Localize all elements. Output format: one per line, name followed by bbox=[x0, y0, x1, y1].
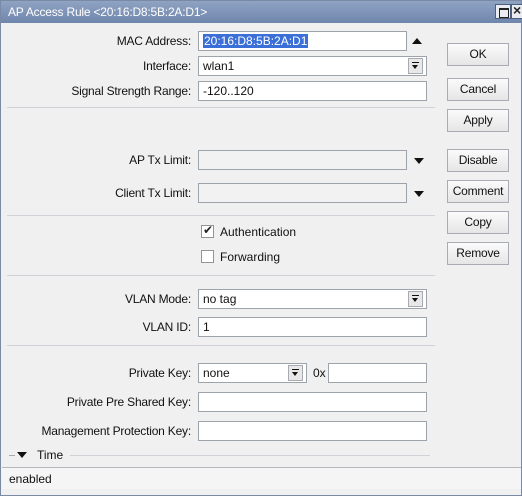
forwarding-label: Forwarding bbox=[220, 250, 281, 264]
forwarding-checkbox[interactable] bbox=[201, 250, 214, 263]
copy-button[interactable]: Copy bbox=[447, 211, 509, 234]
private-key-hex-field[interactable] bbox=[328, 363, 427, 383]
window-title: AP Access Rule <20:16:D8:5B:2A:D1> bbox=[8, 5, 208, 19]
mac-address-value: 20:16:D8:5B:2A:D1 bbox=[203, 34, 309, 48]
separator bbox=[7, 107, 435, 108]
authentication-checkbox[interactable]: ✔ bbox=[201, 223, 214, 238]
triangle-down-icon[interactable] bbox=[17, 452, 27, 458]
management-protection-key-field[interactable] bbox=[198, 421, 427, 441]
authentication-label: Authentication bbox=[220, 225, 297, 239]
collapse-arrow-icon[interactable] bbox=[412, 38, 422, 44]
checkmark-icon: ✔ bbox=[203, 223, 214, 237]
maximize-icon[interactable] bbox=[495, 4, 511, 19]
management-protection-key-label: Management Protection Key: bbox=[41, 424, 191, 438]
private-pre-shared-key-label: Private Pre Shared Key: bbox=[66, 395, 191, 409]
status-bar: enabled bbox=[2, 467, 521, 489]
hex-prefix-label: 0x bbox=[313, 366, 326, 380]
private-key-dropdown-icon[interactable] bbox=[288, 365, 303, 381]
interface-dropdown-icon[interactable] bbox=[408, 58, 423, 74]
time-section-header[interactable]: Time bbox=[1, 447, 431, 463]
vlan-mode-value: no tag bbox=[203, 292, 237, 306]
section-divider bbox=[70, 455, 430, 456]
separator bbox=[7, 215, 435, 216]
separator bbox=[7, 345, 435, 346]
vlan-mode-label: VLAN Mode: bbox=[124, 292, 191, 306]
private-key-value: none bbox=[203, 366, 230, 380]
mac-address-label: MAC Address: bbox=[116, 34, 191, 48]
mac-address-field[interactable]: 20:16:D8:5B:2A:D1 bbox=[198, 31, 407, 51]
comment-button[interactable]: Comment bbox=[447, 180, 509, 203]
interface-select[interactable]: wlan1 bbox=[198, 56, 427, 76]
vlan-id-value: 1 bbox=[203, 320, 210, 334]
time-section-label: Time bbox=[37, 448, 64, 462]
vlan-mode-dropdown-icon[interactable] bbox=[408, 291, 423, 307]
client-tx-limit-label: Client Tx Limit: bbox=[115, 186, 191, 200]
ap-access-rule-window: AP Access Rule <20:16:D8:5B:2A:D1> MAC A… bbox=[0, 0, 522, 496]
ap-tx-limit-field[interactable] bbox=[198, 150, 407, 170]
client-tx-limit-dropdown-icon[interactable] bbox=[414, 191, 424, 197]
interface-label: Interface: bbox=[142, 59, 191, 73]
title-bar[interactable]: AP Access Rule <20:16:D8:5B:2A:D1> bbox=[1, 1, 522, 23]
apply-button[interactable]: Apply bbox=[447, 109, 509, 132]
signal-strength-range-label: Signal Strength Range: bbox=[71, 84, 191, 98]
ap-tx-limit-dropdown-icon[interactable] bbox=[414, 158, 424, 164]
vlan-id-label: VLAN ID: bbox=[142, 320, 192, 334]
separator bbox=[7, 275, 435, 276]
interface-value: wlan1 bbox=[203, 59, 235, 73]
remove-button[interactable]: Remove bbox=[447, 242, 509, 265]
vlan-mode-select[interactable]: no tag bbox=[198, 289, 427, 309]
cancel-button[interactable]: Cancel bbox=[447, 78, 509, 101]
ok-button[interactable]: OK bbox=[447, 43, 509, 66]
client-tx-limit-field[interactable] bbox=[198, 183, 407, 203]
close-icon[interactable] bbox=[511, 2, 522, 19]
signal-strength-range-value: -120..120 bbox=[203, 84, 254, 98]
private-pre-shared-key-field[interactable] bbox=[198, 392, 427, 412]
private-key-label: Private Key: bbox=[128, 366, 191, 380]
signal-strength-range-field[interactable]: -120..120 bbox=[198, 81, 427, 101]
status-text: enabled bbox=[9, 472, 52, 486]
ap-tx-limit-label: AP Tx Limit: bbox=[129, 153, 191, 167]
disable-button[interactable]: Disable bbox=[447, 149, 509, 172]
section-divider bbox=[9, 455, 15, 456]
vlan-id-field[interactable]: 1 bbox=[198, 317, 427, 337]
